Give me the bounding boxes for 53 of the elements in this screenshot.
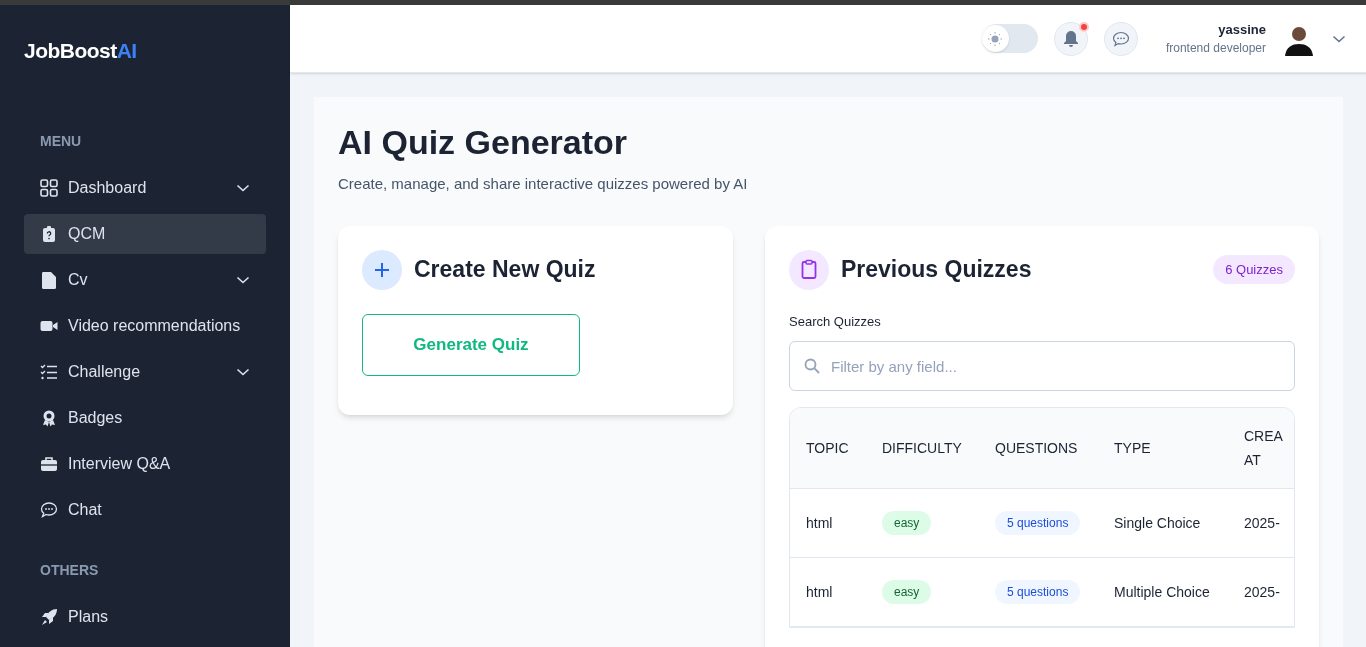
search-field[interactable]: Filter by any field... [789,341,1295,391]
file-icon [40,270,58,289]
clipboard-question-icon [40,224,58,243]
sidebar-item[interactable]: QCM [24,213,266,254]
rocket-icon [40,607,58,626]
sidebar-item[interactable]: Plans [24,596,266,637]
sidebar-item[interactable]: Interview Q&A [24,443,266,484]
bell-icon [1062,29,1079,48]
sidebar-item[interactable]: Chat [24,489,266,530]
table-cell-text: html [806,513,833,533]
sidebar-item[interactable]: Dashboard [24,167,266,208]
column-header: DIFFICULTY [882,438,962,458]
chevron-down-icon[interactable] [1332,33,1346,44]
column-header: TYPE [1114,438,1151,458]
user-name: yassine [1218,20,1266,39]
section-heading: MENU [39,131,83,151]
page-subtitle: Create, manage, and share interactive quizzes powered by AI [338,174,749,194]
search-icon [804,358,820,374]
clipboard-icon [789,249,829,290]
messages-button[interactable] [1103,21,1138,56]
sidebar-item[interactable]: Challenge [24,351,266,392]
card-title: Previous Quizzes [841,255,1032,285]
briefcase-icon [40,454,58,473]
theme-toggle[interactable] [981,24,1038,53]
card-title: Create New Quiz [414,255,596,285]
chat-icon [1111,30,1130,47]
sun-icon [981,25,1009,52]
quiz-count-badge: 6 Quizzes [1213,254,1295,285]
questions-badge: 5 questions [995,511,1081,535]
column-header: QUESTIONS [995,438,1078,458]
page-title: AI Quiz Generator [338,122,629,163]
questions-badge: 5 questions [995,580,1081,604]
sidebar-item[interactable]: Badges [24,397,266,438]
sidebar-item[interactable]: Video recommendations [24,305,266,346]
grid-icon [40,178,58,197]
table-cell-text: Single Choice [1114,513,1201,533]
sidebar-item[interactable]: Cv [24,259,266,300]
medal-icon [40,408,58,427]
table-cell-text: html [806,582,833,602]
table-cell-text: 2025- [1244,582,1280,602]
plus-icon [362,249,402,290]
table-cell-text: Multiple Choice [1114,582,1210,602]
difficulty-badge: easy [882,580,932,604]
section-heading: OTHERS [39,560,100,580]
column-header: TOPIC [806,438,849,458]
notification-button[interactable] [1053,21,1088,56]
difficulty-badge: easy [882,511,932,535]
user-role: frontend developer [1165,40,1266,58]
chat-icon [40,500,58,519]
brand-logo[interactable]: JobBoostAI [24,35,266,67]
search-label: Search Quizzes [789,312,882,331]
checklist-icon [40,362,58,381]
table-cell-text: 2025- [1244,513,1280,533]
